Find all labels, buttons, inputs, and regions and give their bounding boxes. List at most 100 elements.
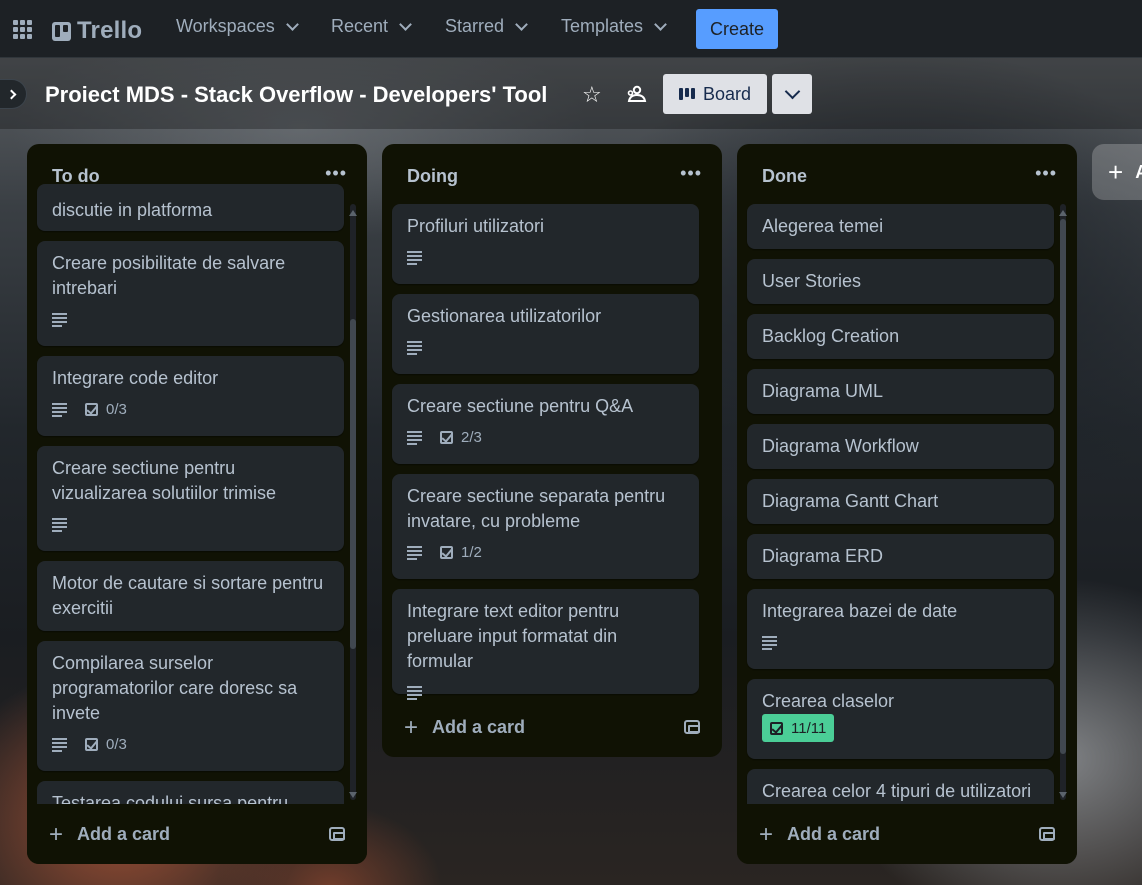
card-title: Diagrama ERD [762,546,884,566]
card-title: Diagrama UML [762,381,884,401]
list-card[interactable]: Creare sectiune separata pentru invatare… [392,474,699,579]
scrollbar-thumb[interactable] [350,319,356,649]
list-card[interactable]: Diagrama Workflow [747,424,1054,469]
scroll-down-icon[interactable] [349,792,357,798]
description-icon [407,249,422,265]
checklist-icon [85,737,98,751]
list-card[interactable]: Crearea claselor 11/11 [747,679,1054,759]
list-card[interactable]: Creare sectiune pentru vizualizarea solu… [37,446,344,551]
description-icon [407,544,422,560]
checklist-icon [85,402,98,416]
list-menu-icon[interactable]: ••• [1035,163,1057,183]
description-icon [407,684,422,700]
list-card[interactable]: Gestionarea utilizatorilor [392,294,699,374]
nav-recent[interactable]: Recent [331,16,412,37]
add-card-button[interactable]: + Add a card [404,713,526,741]
nav-workspaces[interactable]: Workspaces [176,16,299,37]
card-title: Crearea claselor [762,691,895,711]
app-switcher-icon[interactable] [13,20,32,39]
card-title: Diagrama Workflow [762,436,919,456]
description-icon [762,634,777,650]
chevron-down-icon [515,17,528,31]
board-view-label: Board [702,83,752,104]
list-card[interactable]: Motor de cautare si sortare pentru exerc… [37,561,344,631]
card-title: Integrarea bazei de date [762,601,958,621]
top-navigation-bar: Trello Workspaces Recent Starred Templat… [0,0,1142,58]
card-title: Compilarea surselor programatorilor care… [52,653,298,723]
chevron-down-icon [285,17,299,31]
list-menu-icon[interactable]: ••• [325,163,347,183]
star-icon[interactable]: ☆ [582,83,602,107]
scroll-up-icon[interactable] [1059,210,1067,216]
card-title: Creare sectiune pentru vizualizarea solu… [52,458,277,503]
create-button[interactable]: Create [696,9,778,49]
list-card[interactable]: Creare posibilitate de salvare intrebari [37,241,344,346]
plus-icon: + [759,820,774,848]
list-to-do: To do ••• discutie in platforma Creare p… [27,144,367,864]
card-title: Creare sectiune pentru Q&A [407,396,634,416]
checklist-count: 1/2 [461,543,482,561]
add-card-label: Add a card [432,717,526,737]
checklist-count: 2/3 [461,428,482,446]
add-card-button[interactable]: + Add a card [49,822,170,846]
list-card[interactable]: Profiluri utilizatori [392,204,699,284]
card-title: User Stories [762,271,862,291]
checklist-icon [440,545,453,559]
list-card[interactable]: User Stories [747,259,1054,304]
card-title: Alegerea temei [762,216,884,236]
board-view-button[interactable]: Board [663,74,767,114]
checklist-badge-complete: 11/11 [762,714,835,742]
trello-logo[interactable]: Trello [52,17,142,45]
scrollbar-thumb[interactable] [1060,219,1066,754]
card-title: Gestionarea utilizatorilor [407,306,602,326]
plus-icon: + [404,713,419,741]
scroll-up-icon[interactable] [349,210,357,216]
card-template-icon[interactable] [1039,827,1055,841]
list-card[interactable]: discutie in platforma [37,184,344,231]
add-card-button[interactable]: + Add a card [759,820,881,848]
checklist-badge: 2/3 [440,425,482,450]
nav-recent-label: Recent [331,16,389,36]
list-card[interactable]: Alegerea temei [747,204,1054,249]
add-list-label: A [1135,161,1142,182]
list-card[interactable]: Integrarea bazei de date [747,589,1054,669]
checklist-count: 11/11 [791,719,827,737]
description-icon [407,339,422,355]
board-title[interactable]: Proiect MDS - Stack Overflow - Developer… [45,82,547,108]
add-card-label: Add a card [787,824,881,844]
description-icon [407,429,422,445]
list-card[interactable]: Compilarea surselor programatorilor care… [37,641,344,771]
card-template-icon[interactable] [684,720,700,734]
description-icon [52,401,67,417]
workspace-visibility-icon[interactable] [625,83,649,107]
checklist-badge: 0/3 [85,397,127,422]
nav-workspaces-label: Workspaces [176,16,275,36]
list-card[interactable]: Creare sectiune pentru Q&A 2/3 [392,384,699,464]
card-title: Crearea celor 4 tipuri de utilizatori [762,781,1032,801]
board-view-icon [678,88,695,100]
card-title: discutie in platforma [52,200,213,220]
list-card[interactable]: Diagrama Gantt Chart [747,479,1054,524]
scroll-down-icon[interactable] [1059,792,1067,798]
nav-starred[interactable]: Starred [445,16,528,37]
views-dropdown-button[interactable] [772,74,812,114]
description-icon [52,736,67,752]
card-template-icon[interactable] [329,827,345,841]
card-title: Integrare code editor [52,368,219,388]
card-title: Integrare text editor pentru preluare in… [407,601,620,671]
list-card[interactable]: Integrare text editor pentru preluare in… [392,589,699,700]
list-title[interactable]: Doing [407,166,458,187]
list-card[interactable]: Diagrama ERD [747,534,1054,579]
chevron-right-icon [6,89,17,99]
list-card[interactable]: Integrare code editor 0/3 [37,356,344,436]
nav-templates[interactable]: Templates [561,16,667,37]
list-card[interactable]: Backlog Creation [747,314,1054,359]
chevron-down-icon [784,83,800,99]
list-menu-icon[interactable]: ••• [680,163,702,183]
checklist-count: 0/3 [106,400,127,418]
logo-text: Trello [77,17,143,44]
list-title[interactable]: Done [762,166,807,187]
list-card[interactable]: Diagrama UML [747,369,1054,414]
add-list-button[interactable]: + A [1092,144,1142,200]
plus-icon: + [1108,156,1124,187]
